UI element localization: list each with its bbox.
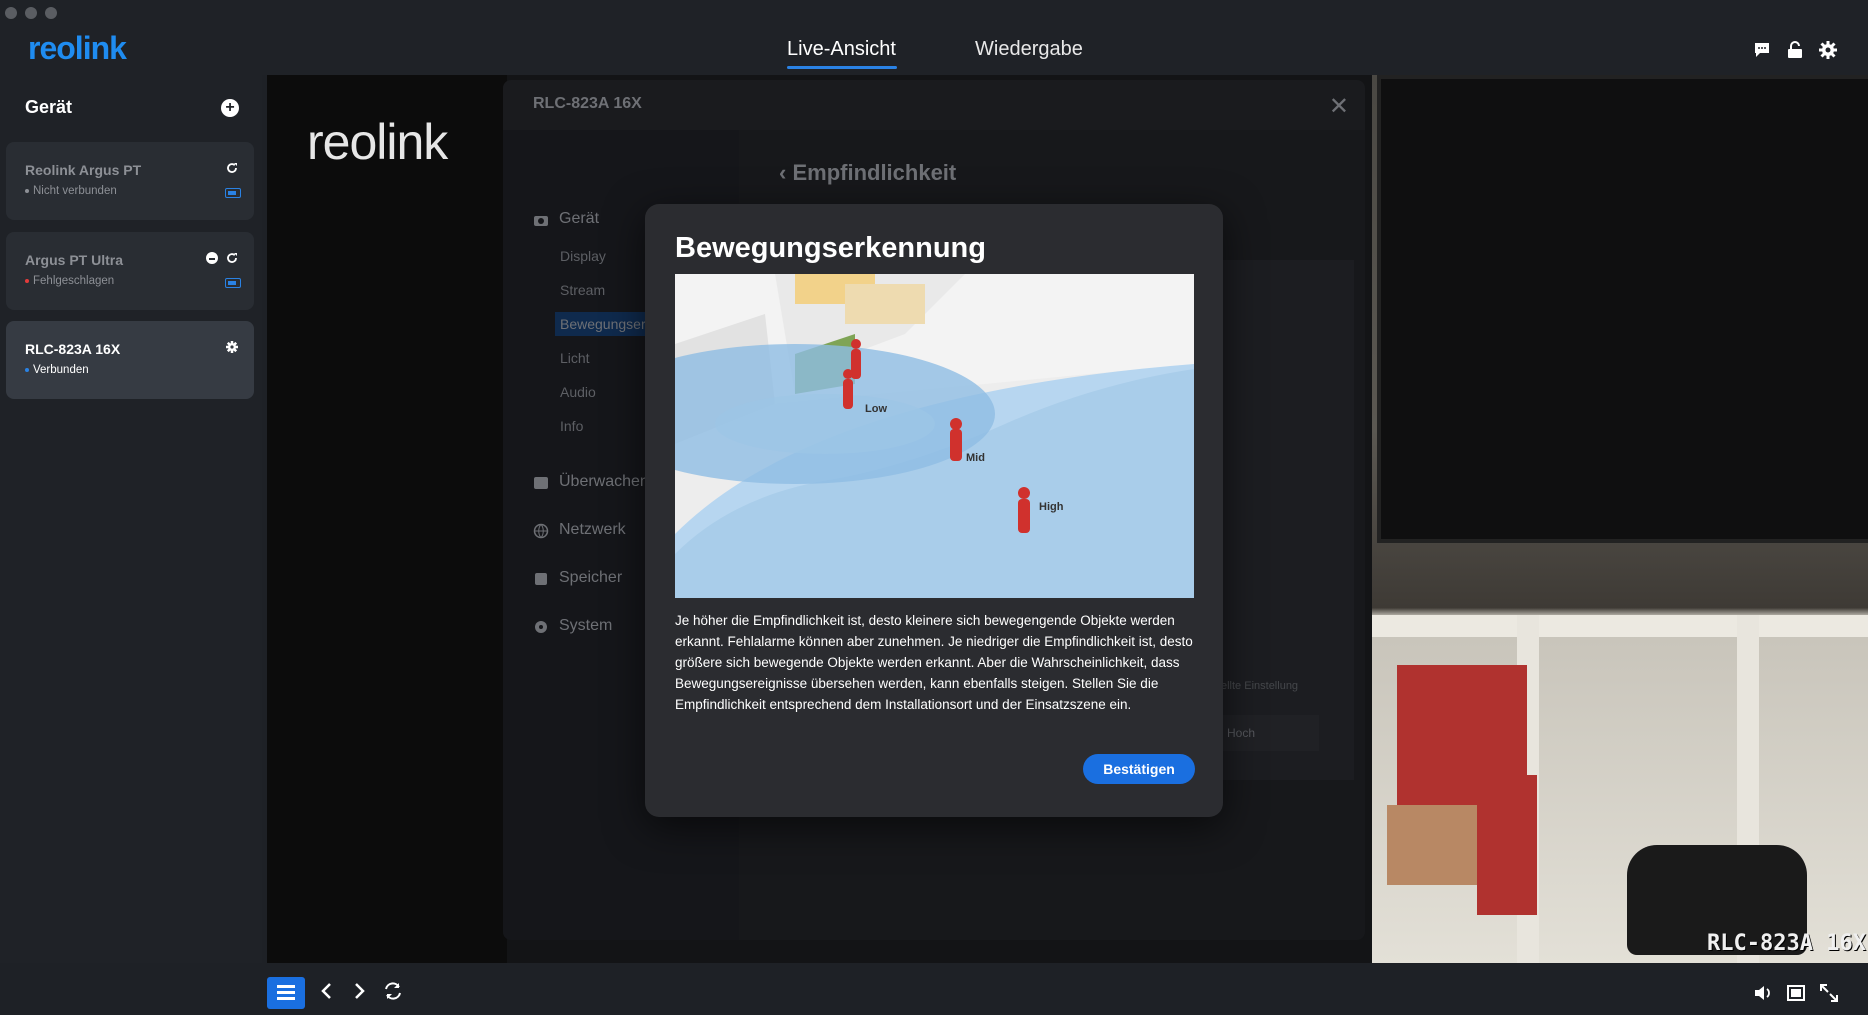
device-name: Argus PT Ultra: [25, 252, 124, 268]
tab-live-view[interactable]: Live-Ansicht: [787, 38, 896, 61]
tab-playback[interactable]: Wiedergabe: [975, 38, 1083, 61]
fullscreen-icon[interactable]: [1818, 982, 1840, 1004]
camera-feed-box: [1477, 775, 1537, 915]
camera-feed-tv: [1377, 75, 1868, 543]
storage-icon: [535, 573, 547, 585]
video-logo: reolink: [307, 114, 448, 170]
label-low: Low: [865, 403, 887, 415]
volume-icon[interactable]: [1752, 982, 1774, 1004]
cloud-icon: [206, 252, 218, 264]
nav-item-light[interactable]: Licht: [560, 350, 590, 366]
refresh-icon[interactable]: [225, 251, 239, 265]
device-status: Nicht verbunden: [25, 185, 117, 197]
lock-icon[interactable]: [1785, 40, 1805, 60]
chat-icon[interactable]: [1752, 40, 1772, 60]
dialog-title: Bewegungserkennung: [675, 232, 986, 264]
device-name: Reolink Argus PT: [25, 162, 142, 178]
nav-group-storage[interactable]: Speicher: [559, 569, 622, 587]
label-mid: Mid: [966, 452, 985, 464]
app-logo: reolink: [28, 30, 127, 66]
motion-detection-dialog: Bewegungserkennung Low Mid High Je höher…: [645, 204, 1223, 817]
nav-item-audio[interactable]: Audio: [560, 384, 596, 400]
layout-list-button[interactable]: [267, 977, 305, 1009]
status-dot: [25, 188, 29, 193]
title-bar: reolink Live-Ansicht Wiedergabe: [0, 0, 1868, 75]
monitor-icon: [534, 477, 548, 489]
device-sidebar: Gerät + Reolink Argus PT Nicht verbunden…: [0, 75, 262, 1015]
chevron-left-icon: ‹: [779, 160, 793, 185]
device-status: Verbunden: [25, 364, 89, 376]
chevron-left-icon[interactable]: [316, 980, 338, 1002]
gear-icon[interactable]: [1818, 40, 1838, 60]
window-mode-icon[interactable]: [1785, 982, 1807, 1004]
chevron-right-icon[interactable]: [348, 980, 370, 1002]
camera-icon: [534, 216, 548, 226]
device-card-argus-pt-ultra[interactable]: Argus PT Ultra Fehlgeschlagen: [6, 232, 254, 310]
nav-item-stream[interactable]: Stream: [560, 282, 605, 298]
nav-item-motion[interactable]: Bewegungser: [555, 312, 655, 336]
settings-title: RLC-823A 16X: [533, 95, 642, 112]
confirm-button[interactable]: Bestätigen: [1083, 754, 1195, 784]
camera-feed-shelf: [1372, 615, 1868, 637]
battery-icon: [225, 188, 241, 198]
device-card-rlc-823a[interactable]: RLC-823A 16X Verbunden: [6, 321, 254, 399]
sidebar-title: Gerät: [25, 97, 73, 117]
list-icon: [277, 985, 295, 1000]
status-dot: [25, 367, 29, 372]
dialog-description: Je höher die Empfindlichkeit ist, desto …: [675, 613, 1193, 712]
nav-group-system[interactable]: System: [559, 617, 612, 635]
window-minimize-button[interactable]: [25, 7, 37, 19]
status-dot: [25, 278, 29, 283]
globe-icon: [533, 523, 549, 539]
sensitivity-illustration: Low Mid High: [675, 274, 1194, 598]
close-icon[interactable]: ✕: [1329, 92, 1349, 121]
window-close-button[interactable]: [5, 7, 17, 19]
battery-icon: [225, 278, 241, 288]
camera-osd-label: RLC-823A 16X: [1707, 931, 1866, 956]
device-card-argus-pt[interactable]: Reolink Argus PT Nicht verbunden: [6, 142, 254, 220]
nav-group-monitor[interactable]: Überwachen: [559, 473, 649, 491]
device-status: Fehlgeschlagen: [25, 275, 114, 287]
active-tab-indicator: [787, 66, 897, 69]
sensitivity-select[interactable]: Hoch: [1209, 715, 1319, 751]
device-name: RLC-823A 16X: [25, 341, 121, 357]
nav-item-display[interactable]: Display: [560, 248, 606, 264]
video-left-panel: reolink: [267, 75, 507, 963]
system-gear-icon: [535, 621, 547, 633]
add-device-button[interactable]: +: [221, 99, 239, 117]
nav-item-info[interactable]: Info: [560, 418, 583, 434]
settings-gear-icon[interactable]: [225, 340, 239, 354]
settings-header: RLC-823A 16X ✕: [503, 80, 1365, 130]
cycle-icon[interactable]: [382, 980, 404, 1002]
window-zoom-button[interactable]: [45, 7, 57, 19]
label-high: High: [1039, 501, 1064, 513]
back-header[interactable]: ‹ Empfindlichkeit: [779, 160, 956, 186]
nav-group-network[interactable]: Netzwerk: [559, 521, 626, 539]
nav-group-device[interactable]: Gerät: [559, 210, 599, 228]
refresh-icon[interactable]: [225, 161, 239, 175]
default-setting-label: ellte Einstellung: [1221, 680, 1299, 692]
